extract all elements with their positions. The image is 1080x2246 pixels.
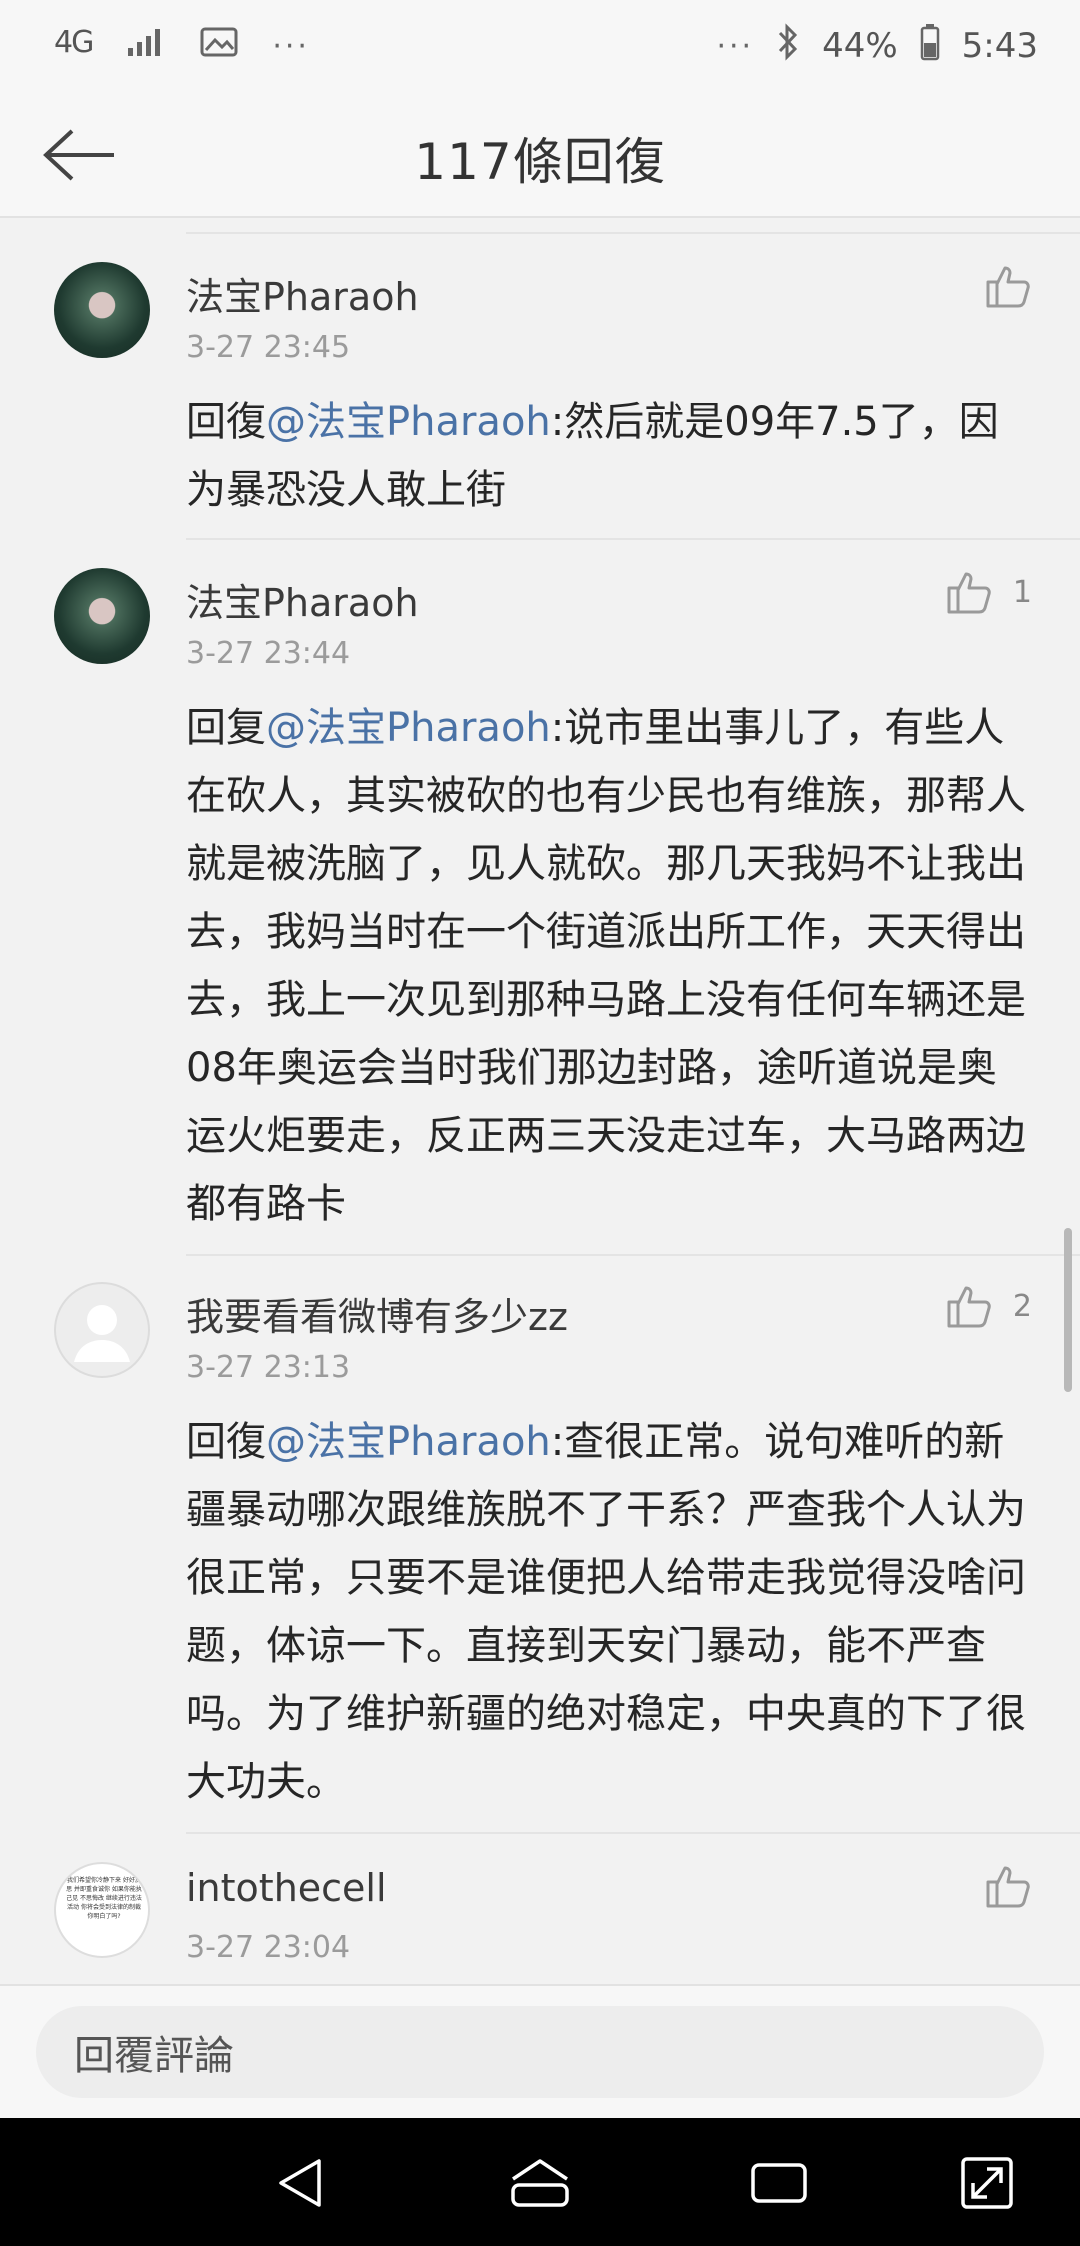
comment-body: 回復@法宝Pharaoh:查很正常。说句难听的新疆暴动哪次跟维族脱不了干系？严查…	[186, 1408, 1032, 1816]
mention-link[interactable]: @法宝Pharaoh	[266, 399, 551, 445]
nav-expand-button[interactable]	[952, 2148, 1022, 2218]
comment-body: 回复@法宝Pharaoh:说市里出事儿了，有些人在砍人，其实被砍的也有少民也有维…	[186, 694, 1032, 1238]
user-name[interactable]: 法宝Pharaoh	[186, 572, 419, 627]
thumbs-up-icon	[947, 572, 991, 614]
divider	[186, 1254, 1080, 1256]
timestamp: 3-27 23:44	[186, 636, 351, 671]
reply-prefix: 回复	[186, 705, 266, 751]
avatar[interactable]	[54, 262, 150, 358]
comment-text: :说市里出事儿了，有些人在砍人，其实被砍的也有少民也有维族，那帮人就是被洗脑了，…	[186, 705, 1026, 1227]
like-count: 1	[1012, 574, 1032, 610]
like-button[interactable]	[984, 1862, 1032, 1910]
reply-prefix: 回復	[186, 1419, 266, 1465]
like-button[interactable]	[984, 262, 1032, 310]
default-avatar-icon	[74, 1305, 130, 1362]
like-button[interactable]: 2	[945, 1282, 1032, 1330]
battery-icon	[920, 23, 940, 70]
divider	[186, 538, 1080, 540]
nav-recents-icon	[751, 2163, 807, 2203]
page-title: 117條回復	[414, 133, 666, 191]
mention-link[interactable]: @法宝Pharaoh	[266, 705, 551, 751]
nav-back-button[interactable]	[266, 2148, 336, 2218]
nav-home-icon	[511, 2159, 569, 2207]
user-name[interactable]: 我要看看微博有多少zz	[186, 1286, 568, 1341]
nav-recents-button[interactable]	[744, 2148, 814, 2218]
avatar[interactable]: 我们希望你冷静下来 好好反思 并即重食诚你 如果你能执己见 不思悔改 继续进行违…	[54, 1862, 150, 1958]
avatar-text: 我们希望你冷静下来 好好反思 并即重食诚你 如果你能执己见 不思悔改 继续进行违…	[66, 1877, 142, 1920]
timestamp: 3-27 23:13	[186, 1350, 351, 1385]
status-left: 4G ···	[54, 24, 310, 67]
status-right: ··· 44% 5:43	[716, 22, 1038, 70]
comment-text: :查很正常。说句难听的新疆暴动哪次跟维族脱不了干系？严查我个人认为很正常，只要不…	[186, 1419, 1026, 1805]
user-name[interactable]: 法宝Pharaoh	[186, 266, 419, 321]
reply-input[interactable]: 回覆評論	[36, 2006, 1044, 2098]
battery-percent: 44%	[822, 26, 898, 66]
like-count: 2	[1012, 1288, 1032, 1324]
divider	[186, 1832, 1080, 1834]
divider	[186, 232, 1080, 234]
clock: 5:43	[961, 26, 1038, 66]
thumbs-up-icon	[986, 266, 1030, 308]
avatar[interactable]	[54, 1282, 150, 1378]
timestamp: 3-27 23:45	[186, 330, 351, 365]
avatar[interactable]	[54, 568, 150, 664]
like-button[interactable]: 1	[945, 568, 1032, 616]
signal-icon	[126, 26, 166, 67]
thumbs-up-icon	[986, 1866, 1030, 1908]
reply-bar: 回覆評論	[0, 1984, 1080, 2118]
header: 117條回復	[0, 92, 1080, 218]
status-bar: 4G ··· ··· 44% 5:43	[0, 0, 1080, 92]
comment-body: 回復@法宝Pharaoh:然后就是09年7.5了，因为暴恐没人敢上街	[186, 388, 1032, 524]
mention-link[interactable]: @法宝Pharaoh	[266, 1419, 551, 1465]
nav-back-icon	[279, 2159, 321, 2207]
reply-prefix: 回復	[186, 399, 266, 445]
bluetooth-icon	[776, 22, 800, 70]
more-dots-icon: ···	[272, 28, 310, 64]
network-type: 4G	[54, 24, 94, 60]
thumbs-up-icon	[947, 1286, 991, 1328]
more-dots-icon: ···	[716, 28, 755, 64]
nav-expand-icon	[961, 2157, 1013, 2209]
navigation-bar	[0, 2118, 1080, 2246]
timestamp: 3-27 23:04	[186, 1930, 351, 1965]
user-name[interactable]: intothecell	[186, 1866, 387, 1910]
screen: 4G ··· ··· 44% 5:43 117條回復 法宝Pharaoh 3-2…	[0, 0, 1080, 2246]
scrollbar[interactable]	[1064, 1228, 1072, 1392]
nav-home-button[interactable]	[505, 2148, 575, 2218]
image-icon	[200, 26, 238, 67]
comment-list[interactable]: 法宝Pharaoh 3-27 23:45 回復@法宝Pharaoh:然后就是09…	[0, 218, 1080, 1984]
